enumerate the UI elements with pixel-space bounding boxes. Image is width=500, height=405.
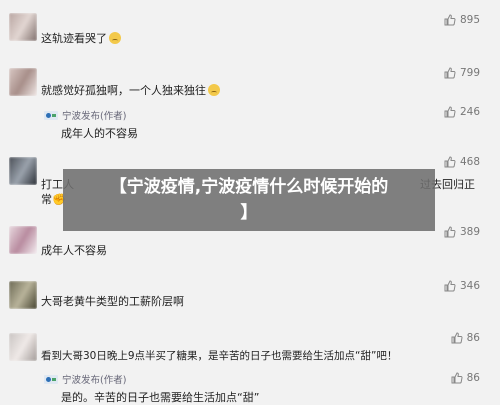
- like-count: 86: [466, 372, 480, 384]
- title-overlay: 【宁波疫情,宁波疫情什么时候开始的 】: [63, 169, 435, 231]
- thumbs-up-icon: [451, 332, 463, 344]
- overlay-title: 【宁波疫情,宁波疫情什么时候开始的 】: [109, 177, 389, 223]
- avatar[interactable]: [9, 13, 37, 41]
- avatar[interactable]: [9, 333, 37, 361]
- thumbs-up-icon: [444, 156, 456, 168]
- crying-emoji-icon: [109, 32, 121, 44]
- comments-page: { "comments": [ {"text": "这轨迹看哭了", "like…: [0, 0, 500, 405]
- like-button[interactable]: 346: [444, 280, 480, 292]
- reply-author[interactable]: 宁波发布(作者): [62, 108, 126, 122]
- like-button[interactable]: 86: [451, 332, 480, 344]
- sad-emoji-icon: [208, 84, 220, 96]
- comment-text: 看到大哥30日晚上9点半买了糖果，是辛苦的日子也需要给生活加点“甜”吧！: [41, 350, 398, 362]
- like-button[interactable]: 389: [444, 226, 480, 238]
- thumbs-up-icon: [451, 372, 463, 384]
- like-button[interactable]: 86: [451, 372, 480, 384]
- thumbs-up-icon: [444, 280, 456, 292]
- thumbs-up-icon: [444, 14, 456, 26]
- author-reply: 宁波发布(作者) 成年人的不容易: [44, 108, 484, 141]
- comment-text: 大哥老黄牛类型的工薪阶层啊: [41, 295, 184, 308]
- author-reply: 宁波发布(作者) 是的。辛苦的日子也需要给生活加点“甜”: [44, 372, 484, 405]
- like-count: 246: [459, 106, 480, 118]
- publisher-logo-icon: [44, 374, 58, 384]
- avatar[interactable]: [9, 226, 37, 254]
- publisher-logo-icon: [44, 110, 58, 120]
- like-button[interactable]: 246: [444, 106, 480, 118]
- reply-text: 成年人的不容易: [61, 127, 138, 140]
- like-count: 799: [459, 67, 480, 79]
- thumbs-up-icon: [444, 106, 456, 118]
- like-button[interactable]: 895: [444, 14, 480, 26]
- like-count: 895: [459, 14, 480, 26]
- thumbs-up-icon: [444, 226, 456, 238]
- comment-text: 就感觉好孤独啊，一个人独来独往: [41, 84, 220, 98]
- comment-text: 成年人不容易: [41, 244, 107, 257]
- comment-text-line2: 常✊: [41, 193, 66, 206]
- avatar[interactable]: [9, 157, 37, 185]
- like-count: 346: [459, 280, 480, 292]
- reply-author[interactable]: 宁波发布(作者): [62, 372, 126, 386]
- like-count: 468: [459, 156, 480, 168]
- like-button[interactable]: 799: [444, 67, 480, 79]
- like-button[interactable]: 468: [444, 156, 480, 168]
- avatar[interactable]: [9, 68, 37, 96]
- thumbs-up-icon: [444, 67, 456, 79]
- avatar[interactable]: [9, 281, 37, 309]
- like-count: 86: [466, 332, 480, 344]
- comment-text: 这轨迹看哭了: [41, 32, 121, 46]
- like-count: 389: [459, 226, 480, 238]
